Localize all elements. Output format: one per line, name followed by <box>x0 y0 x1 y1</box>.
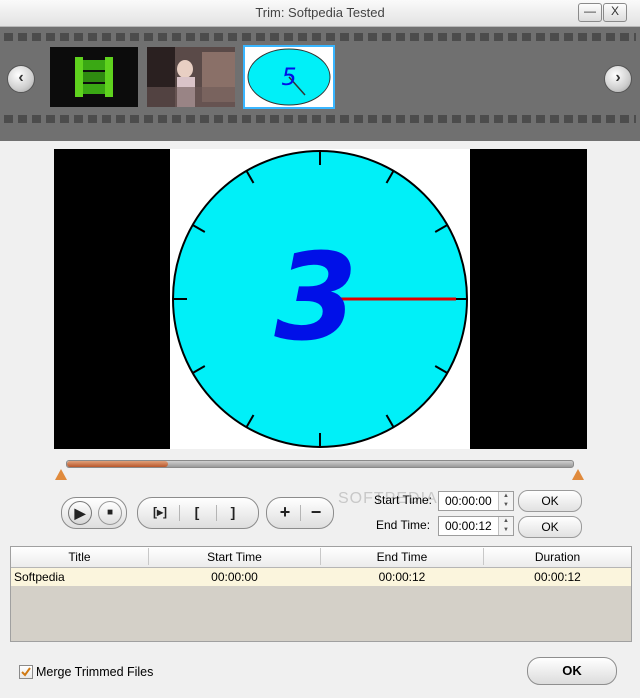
start-time-ok-button[interactable]: OK <box>518 490 582 512</box>
video-frame-thumbnail <box>147 47 235 107</box>
column-header-end-time[interactable]: End Time <box>321 550 483 564</box>
trim-icon: [▸] <box>152 505 167 519</box>
countdown-digit: 3 <box>274 229 358 368</box>
start-time-value: 00:00:00 <box>445 494 492 508</box>
end-time-value: 00:00:12 <box>445 519 492 533</box>
plus-icon: + <box>279 502 291 522</box>
spinner-arrows-icon[interactable]: ▲ ▼ <box>498 492 513 510</box>
thumbnail-video-frame[interactable] <box>147 47 235 107</box>
close-button[interactable]: X <box>603 3 627 22</box>
thumbnail-countdown[interactable]: 5 <box>243 45 335 109</box>
segment-controls: + − <box>266 497 334 529</box>
table-header: Title Start Time End Time Duration <box>11 547 631 568</box>
trim-button[interactable]: [▸] <box>147 501 173 523</box>
cell-end-time: 00:00:12 <box>378 570 426 584</box>
minimize-button[interactable]: — <box>578 3 602 22</box>
thumbnail-film[interactable] <box>50 47 138 107</box>
chevron-left-icon: ‹ <box>18 69 24 86</box>
end-time-ok-button[interactable]: OK <box>518 516 582 538</box>
segments-table: Title Start Time End Time Duration Softp… <box>10 546 632 642</box>
cell-title: Softpedia <box>14 570 65 584</box>
stop-button[interactable]: ■ <box>98 501 122 525</box>
ok-button[interactable]: OK <box>527 657 617 685</box>
trim-controls: [▸] [ ] <box>137 497 259 529</box>
cell-start-time: 00:00:00 <box>211 570 258 584</box>
column-header-title[interactable]: Title <box>11 550 148 564</box>
filmstrip-perforation-top <box>4 33 636 41</box>
film-icon <box>75 57 113 97</box>
minus-icon: − <box>310 502 322 522</box>
end-time-field[interactable]: 00:00:12 ▲ ▼ <box>438 516 514 536</box>
start-time-field[interactable]: 00:00:00 ▲ ▼ <box>438 491 514 511</box>
start-time-label: Start Time: <box>374 493 433 507</box>
prev-button[interactable]: ‹ <box>7 65 35 93</box>
column-header-start-time[interactable]: Start Time <box>149 550 320 564</box>
add-segment-button[interactable]: + <box>274 501 296 523</box>
merge-label[interactable]: Merge Trimmed Files <box>36 665 153 679</box>
divider <box>179 505 180 521</box>
divider <box>300 505 301 521</box>
filmstrip: ‹ › 5 <box>0 27 640 141</box>
end-time-label: End Time: <box>376 518 431 532</box>
timeline-progress <box>67 461 169 467</box>
spinner-arrows-icon[interactable]: ▲ ▼ <box>498 517 513 535</box>
bracket-left-icon: [ <box>194 504 200 520</box>
timeline-slider[interactable] <box>66 460 574 468</box>
mark-in-button[interactable]: [ <box>186 501 208 523</box>
chevron-right-icon: › <box>615 69 621 86</box>
cell-duration: 00:00:12 <box>534 570 581 584</box>
next-button[interactable]: › <box>604 65 632 93</box>
window-title: Trim: Softpedia Tested <box>255 5 385 20</box>
checkmark-icon <box>21 667 31 677</box>
thumbnail-digit: 5 <box>281 63 296 91</box>
play-icon: ▶ <box>74 505 86 521</box>
filmstrip-perforation-bottom <box>4 115 636 123</box>
countdown-clock-frame: 3 <box>170 149 470 449</box>
start-marker[interactable] <box>55 469 67 480</box>
countdown-clock-thumbnail: 5 <box>247 48 331 106</box>
end-marker[interactable] <box>572 469 584 480</box>
title-bar: Trim: Softpedia Tested — X <box>0 0 640 27</box>
video-preview: 3 <box>54 149 587 449</box>
merge-checkbox[interactable] <box>19 665 33 679</box>
divider <box>216 505 217 521</box>
play-button[interactable]: ▶ <box>68 501 92 525</box>
mark-out-button[interactable]: ] <box>222 501 244 523</box>
column-header-duration[interactable]: Duration <box>484 550 631 564</box>
bracket-right-icon: ] <box>230 504 236 520</box>
stop-icon: ■ <box>106 507 114 518</box>
remove-segment-button[interactable]: − <box>305 501 327 523</box>
playback-controls: ▶ ■ <box>61 497 127 529</box>
table-row[interactable]: Softpedia 00:00:00 00:00:12 00:00:12 <box>11 568 631 586</box>
